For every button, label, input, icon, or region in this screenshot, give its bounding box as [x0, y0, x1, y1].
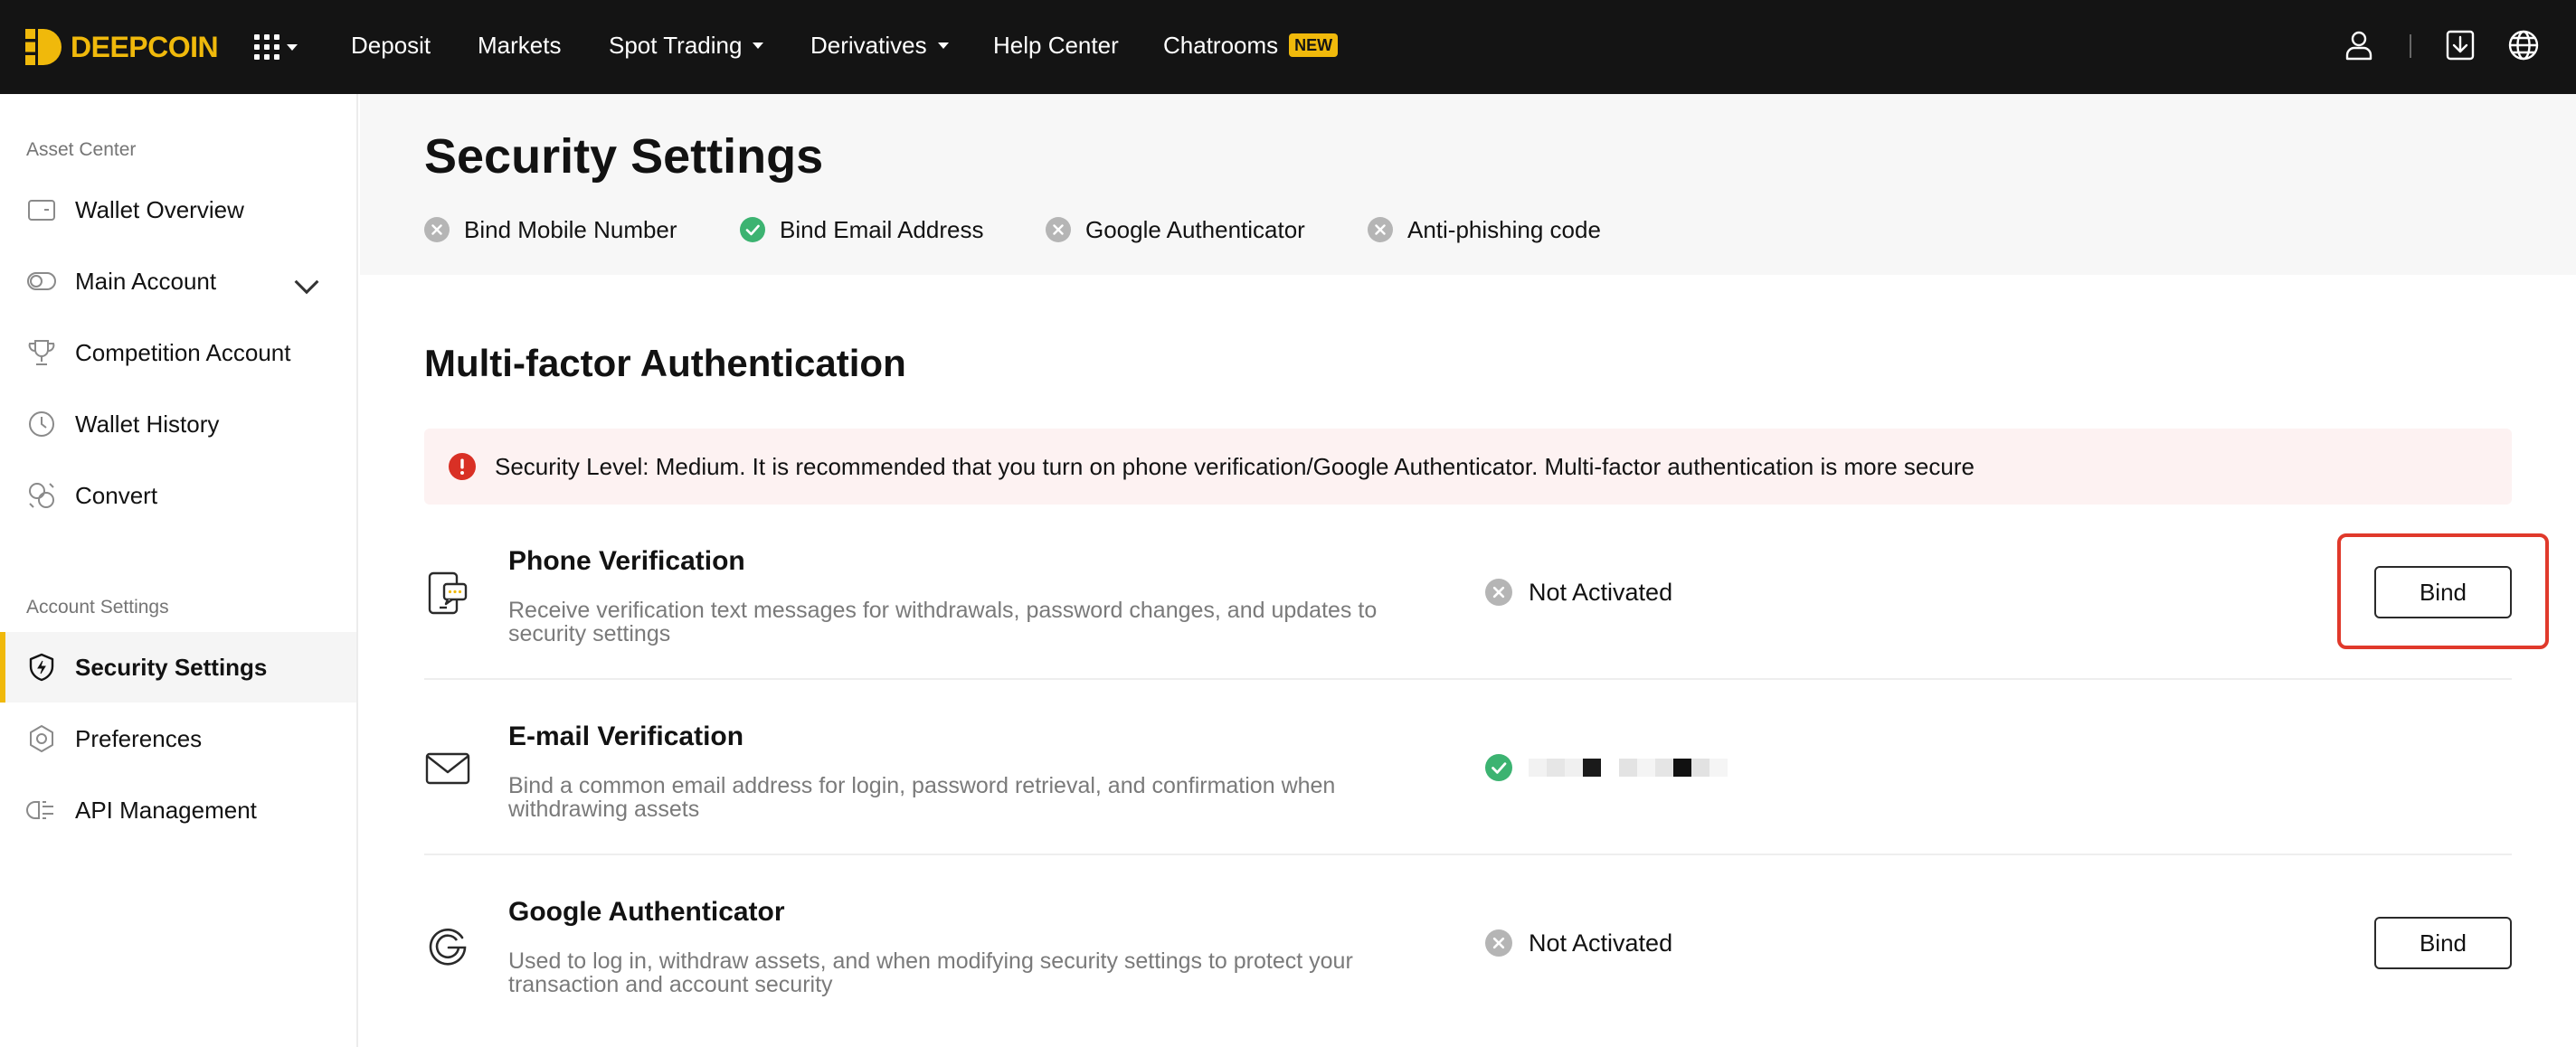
shield-icon	[29, 653, 54, 682]
x-circle-icon	[1046, 217, 1071, 242]
status-bind-email: Bind Email Address	[740, 213, 983, 246]
apps-menu-button[interactable]	[254, 30, 298, 64]
nav-help-center[interactable]: Help Center	[993, 25, 1119, 65]
convert-icon	[29, 483, 54, 508]
phone-bind-button[interactable]: Bind	[2374, 566, 2512, 618]
mfa-row-status: Not Activated	[1485, 576, 1672, 608]
caret-down-icon	[753, 42, 764, 49]
mfa-row-title: Phone Verification	[508, 546, 745, 576]
status-label: Anti-phishing code	[1407, 215, 1601, 243]
sidebar-item-label: API Management	[75, 796, 257, 824]
caret-down-icon	[937, 42, 949, 49]
masked-email-value	[1529, 759, 1728, 777]
mfa-row-description: Receive verification text messages for w…	[508, 598, 1378, 646]
mfa-row-status	[1485, 751, 1728, 784]
alert-text: Security Level: Medium. It is recommende…	[495, 452, 1975, 480]
status-label: Bind Mobile Number	[464, 215, 677, 243]
status-label: Bind Email Address	[780, 215, 984, 243]
nav-item-label: Deposit	[351, 32, 431, 59]
sidebar-section-title: Account Settings	[26, 597, 169, 618]
envelope-icon	[425, 752, 470, 785]
toggle-icon	[27, 272, 56, 290]
phone-message-icon	[428, 571, 468, 615]
mfa-row-google-authenticator: Google Authenticator Used to log in, wit…	[424, 855, 2512, 1031]
deepcoin-logo-icon	[25, 29, 62, 65]
nav-item-label: Spot Trading	[609, 32, 743, 59]
clock-icon	[29, 411, 54, 437]
new-badge: NEW	[1289, 33, 1339, 57]
status-text: Not Activated	[1529, 578, 1673, 606]
sidebar-item-label: Main Account	[75, 267, 217, 295]
trophy-icon	[28, 340, 55, 365]
alert-icon	[449, 453, 476, 480]
mfa-section-title: Multi-factor Authentication	[424, 342, 906, 384]
sidebar-item-competition-account[interactable]: Competition Account	[0, 317, 356, 388]
sidebar: Asset Center Wallet Overview Main Accoun…	[0, 94, 358, 1047]
sidebar-item-wallet-overview[interactable]: Wallet Overview	[0, 174, 356, 245]
deepcoin-logo[interactable]: DEEPCOIN	[25, 27, 219, 67]
api-icon	[26, 801, 53, 819]
caret-down-icon	[287, 43, 298, 51]
mfa-row-email: E-mail Verification Bind a common email …	[424, 680, 2512, 855]
status-label: Google Authenticator	[1085, 215, 1305, 243]
sidebar-item-convert[interactable]: Convert	[0, 460, 356, 531]
grid-icon	[254, 34, 279, 60]
x-circle-icon	[1485, 579, 1512, 606]
sidebar-item-main-account[interactable]: Main Account	[0, 246, 356, 316]
status-bind-mobile: Bind Mobile Number	[424, 213, 677, 246]
user-icon[interactable]	[2341, 27, 2377, 63]
security-overview-header	[360, 94, 2576, 275]
hexagon-gear-icon	[30, 725, 53, 752]
x-circle-icon	[1485, 929, 1512, 957]
mfa-row-title: E-mail Verification	[508, 722, 744, 751]
sidebar-item-label: Wallet Overview	[75, 195, 244, 223]
sidebar-item-label: Convert	[75, 481, 158, 509]
download-icon[interactable]	[2442, 27, 2478, 63]
google-authenticator-bind-button[interactable]: Bind	[2374, 917, 2512, 969]
nav-item-label: Markets	[478, 32, 562, 59]
sidebar-section-title: Asset Center	[26, 139, 137, 160]
mfa-row-status: Not Activated	[1485, 927, 1672, 959]
sidebar-item-label: Security Settings	[75, 653, 268, 681]
mfa-row-phone: Phone Verification Receive verification …	[424, 505, 2512, 680]
sidebar-item-label: Preferences	[75, 724, 203, 752]
x-circle-icon	[1368, 217, 1393, 242]
sidebar-item-security-settings[interactable]: Security Settings	[0, 632, 356, 703]
nav-chatrooms[interactable]: Chatrooms NEW	[1163, 25, 1339, 65]
sidebar-item-preferences[interactable]: Preferences	[0, 703, 356, 774]
nav-spot-trading[interactable]: Spot Trading	[609, 25, 764, 65]
sidebar-item-wallet-history[interactable]: Wallet History	[0, 389, 356, 459]
check-circle-icon	[1485, 754, 1512, 781]
nav-divider	[2410, 34, 2411, 58]
sidebar-item-api-management[interactable]: API Management	[0, 775, 356, 845]
nav-item-label: Chatrooms	[1163, 32, 1279, 59]
sidebar-item-label: Competition Account	[75, 338, 291, 366]
sidebar-item-label: Wallet History	[75, 410, 220, 438]
security-level-alert: Security Level: Medium. It is recommende…	[424, 429, 2512, 505]
nav-item-label: Help Center	[993, 32, 1119, 59]
check-circle-icon	[740, 217, 765, 242]
page-title: Security Settings	[424, 129, 824, 184]
status-google-authenticator: Google Authenticator	[1046, 213, 1305, 246]
status-text: Not Activated	[1529, 929, 1673, 957]
nav-derivatives[interactable]: Derivatives	[810, 25, 949, 65]
nav-markets[interactable]: Markets	[478, 25, 561, 65]
globe-icon[interactable]	[2505, 27, 2542, 63]
x-circle-icon	[424, 217, 450, 242]
mfa-row-title: Google Authenticator	[508, 897, 785, 927]
chevron-down-icon	[294, 279, 319, 295]
top-navigation-bar: DEEPCOIN Deposit Markets Spot Trading De…	[0, 0, 2576, 94]
mfa-row-description: Bind a common email address for login, p…	[508, 773, 1336, 822]
google-icon	[429, 928, 467, 966]
wallet-icon	[28, 200, 55, 221]
mfa-row-description: Used to log in, withdraw assets, and whe…	[508, 948, 1353, 997]
brand-name: DEEPCOIN	[71, 30, 219, 63]
status-anti-phishing: Anti-phishing code	[1368, 213, 1601, 246]
nav-item-label: Derivatives	[810, 32, 927, 59]
nav-deposit[interactable]: Deposit	[351, 25, 431, 65]
